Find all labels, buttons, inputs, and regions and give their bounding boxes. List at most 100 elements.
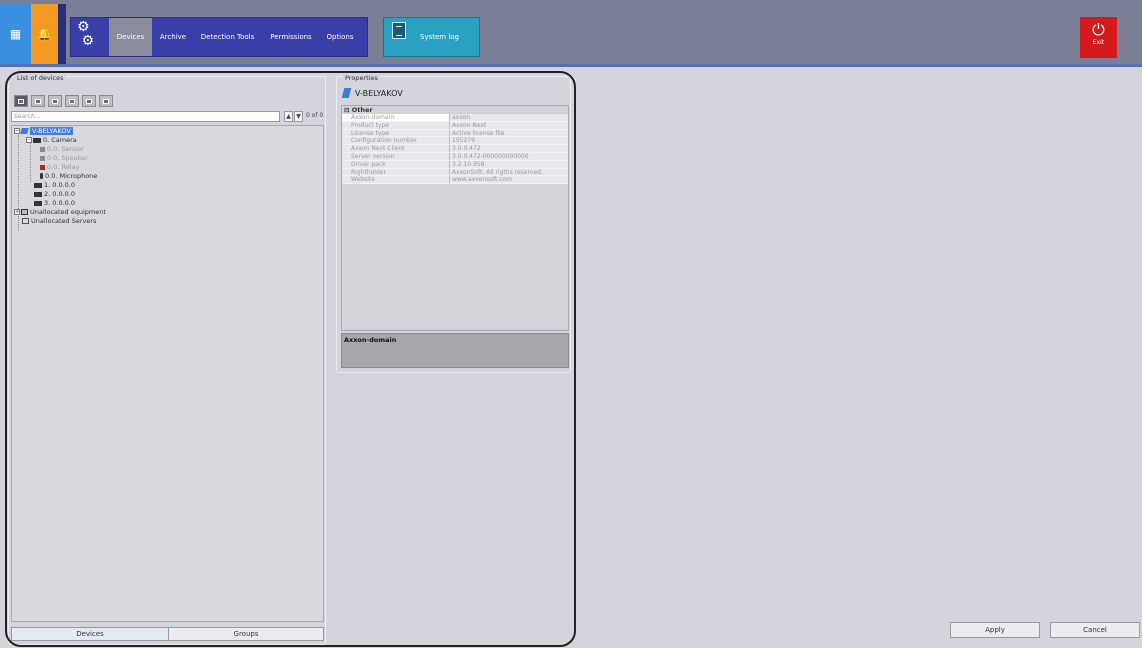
tab-archive[interactable]: Archive <box>154 18 192 56</box>
tree-item-relay[interactable]: 0.0. Relay <box>40 163 79 172</box>
cancel-button[interactable]: Cancel <box>1050 622 1140 638</box>
add-device-button[interactable] <box>48 95 62 107</box>
tree-item-server[interactable]: − V-BELYAKOV <box>14 127 73 136</box>
server-icon <box>69 99 75 104</box>
search-prev-button[interactable]: ▲ <box>284 111 293 122</box>
device-toolbar <box>14 95 113 107</box>
device-search-input[interactable] <box>11 111 280 122</box>
system-log-button[interactable]: System log <box>383 17 480 57</box>
tab-groups-list[interactable]: Groups <box>168 627 324 641</box>
tree-item-camera-1[interactable]: 1. 0.0.0.0 <box>34 181 75 190</box>
device-icon <box>52 99 58 104</box>
devices-panel: List of devices ▲ ▼ 0 of 0 − V-BELYAKOV −… <box>8 74 326 645</box>
property-value: 195279 <box>450 137 568 146</box>
property-description-title: Axxon-domain <box>344 336 397 344</box>
speaker-icon <box>40 155 45 161</box>
log-icon <box>392 22 406 39</box>
tree-item-sensor[interactable]: 0.0. Sensor <box>40 145 84 154</box>
property-value: 3.2.10.958 <box>450 160 568 169</box>
property-row[interactable]: Product type Axxon Next <box>342 121 568 130</box>
tree-item-camera-3[interactable]: 3. 0.0.0.0 <box>34 199 75 208</box>
collapse-icon: − <box>14 128 20 134</box>
tab-devices-list[interactable]: Devices <box>11 627 169 641</box>
property-name: Axxon-domain <box>342 114 450 122</box>
tree-item-camera[interactable]: − 0. Camera <box>26 136 77 145</box>
property-name: Website <box>342 176 450 185</box>
property-name: Product type <box>342 121 450 130</box>
layouts-tile[interactable]: ▦ <box>0 4 31 64</box>
tab-options[interactable]: Options <box>323 18 357 56</box>
add-monitor-button[interactable] <box>82 95 96 107</box>
bell-icon: 🔔 <box>37 27 52 41</box>
grid-icon: ▦ <box>9 27 22 41</box>
relay-icon <box>40 164 45 170</box>
apply-button[interactable]: Apply <box>950 622 1040 638</box>
camera-icon <box>34 191 42 197</box>
add-sensor-button[interactable] <box>31 95 45 107</box>
properties-header: V-BELYAKOV <box>341 88 403 98</box>
property-row[interactable]: Configuration number 195279 <box>342 137 568 146</box>
search-next-button[interactable]: ▼ <box>294 111 303 122</box>
device-tree: − V-BELYAKOV − 0. Camera 0.0. Sensor 0.0. … <box>11 125 324 622</box>
properties-panel: Properties V-BELYAKOV ⊟ Other Axxon-doma… <box>336 74 571 373</box>
property-value: AxxonSoft. All rigths reserved. <box>450 168 568 177</box>
property-row[interactable]: Axxon-domain axxon <box>342 114 568 122</box>
tree-item-camera-2[interactable]: 2. 0.0.0.0 <box>34 190 75 199</box>
server-icon <box>22 218 29 224</box>
settings-nav: ⚙ ⚙ Devices Archive Detection Tools Perm… <box>70 17 368 57</box>
tree-item-label: 0.0. Microphone <box>45 172 98 180</box>
camera-icon <box>18 99 24 104</box>
property-value: Axxon Next <box>450 121 568 130</box>
top-bar: ▦ 🔔 ⚙ ⚙ Devices Archive Detection Tools … <box>0 0 1142 67</box>
exit-label: Exit <box>1092 39 1105 46</box>
tree-item-microphone[interactable]: 0.0. Microphone <box>40 172 97 181</box>
tree-item-label: Unallocated equipment <box>30 208 106 216</box>
property-value: Active license file <box>450 129 568 138</box>
property-value: 3.0.0.472-000000000000 <box>450 152 568 161</box>
alerts-tile[interactable]: 🔔 <box>31 4 58 64</box>
tab-devices[interactable]: Devices <box>109 18 152 56</box>
property-name: Configuration number <box>342 137 450 146</box>
tree-item-label: 0.0. Sensor <box>47 145 84 153</box>
add-speaker-button[interactable] <box>99 95 113 107</box>
property-name: Axxon Next Client <box>342 145 450 153</box>
add-camera-button[interactable] <box>14 95 28 107</box>
property-value: axxon <box>450 114 568 122</box>
property-row[interactable]: Website www.axxonsoft.com <box>342 176 568 185</box>
microphone-icon <box>40 173 43 179</box>
power-icon: ⏻ <box>1092 20 1105 39</box>
exit-button[interactable]: ⏻ Exit <box>1080 17 1117 58</box>
camera-icon <box>33 137 41 143</box>
speaker-icon <box>103 99 109 104</box>
tree-item-label: Unallocated Servers <box>31 217 97 225</box>
collapse-icon: − <box>26 137 32 143</box>
property-row[interactable]: License type Active license file <box>342 129 568 138</box>
property-row[interactable]: Driver pack 3.2.10.958 <box>342 160 568 169</box>
property-category-label: Other <box>351 106 373 114</box>
camera-icon <box>34 200 42 206</box>
server-icon <box>20 128 29 134</box>
property-value: 3.0.0.472 <box>450 145 568 153</box>
tree-item-label: 0.0. Relay <box>47 163 80 171</box>
tree-item-label: 0.0. Speaker <box>47 154 88 162</box>
property-category[interactable]: ⊟ Other <box>342 106 568 114</box>
tab-permissions[interactable]: Permissions <box>265 18 317 56</box>
property-row[interactable]: Server version 3.0.0.472-000000000000 <box>342 152 568 161</box>
sensor-icon <box>35 99 41 104</box>
tree-item-label: V-BELYAKOV <box>30 127 73 135</box>
properties-panel-title: Properties <box>343 74 380 82</box>
property-row[interactable]: Rightholder AxxonSoft. All rigths reserve… <box>342 168 568 177</box>
property-row[interactable]: Axxon Next Client 3.0.0.472 <box>342 145 568 153</box>
property-description: Axxon-domain <box>341 333 569 368</box>
property-value: www.axxonsoft.com <box>450 176 568 185</box>
settings-tile-edge <box>58 4 66 64</box>
add-server-button[interactable] <box>65 95 79 107</box>
tree-item-speaker[interactable]: 0.0. Speaker <box>40 154 88 163</box>
monitor-icon <box>86 99 92 104</box>
tree-item-unallocated-equipment[interactable]: + Unallocated equipment <box>14 208 106 217</box>
tree-item-unallocated-servers[interactable]: Unallocated Servers <box>22 217 96 226</box>
search-match-count: 0 of 0 <box>306 112 324 119</box>
equipment-icon <box>21 209 28 215</box>
tab-detection-tools[interactable]: Detection Tools <box>196 18 259 56</box>
property-name: Server version <box>342 152 450 161</box>
